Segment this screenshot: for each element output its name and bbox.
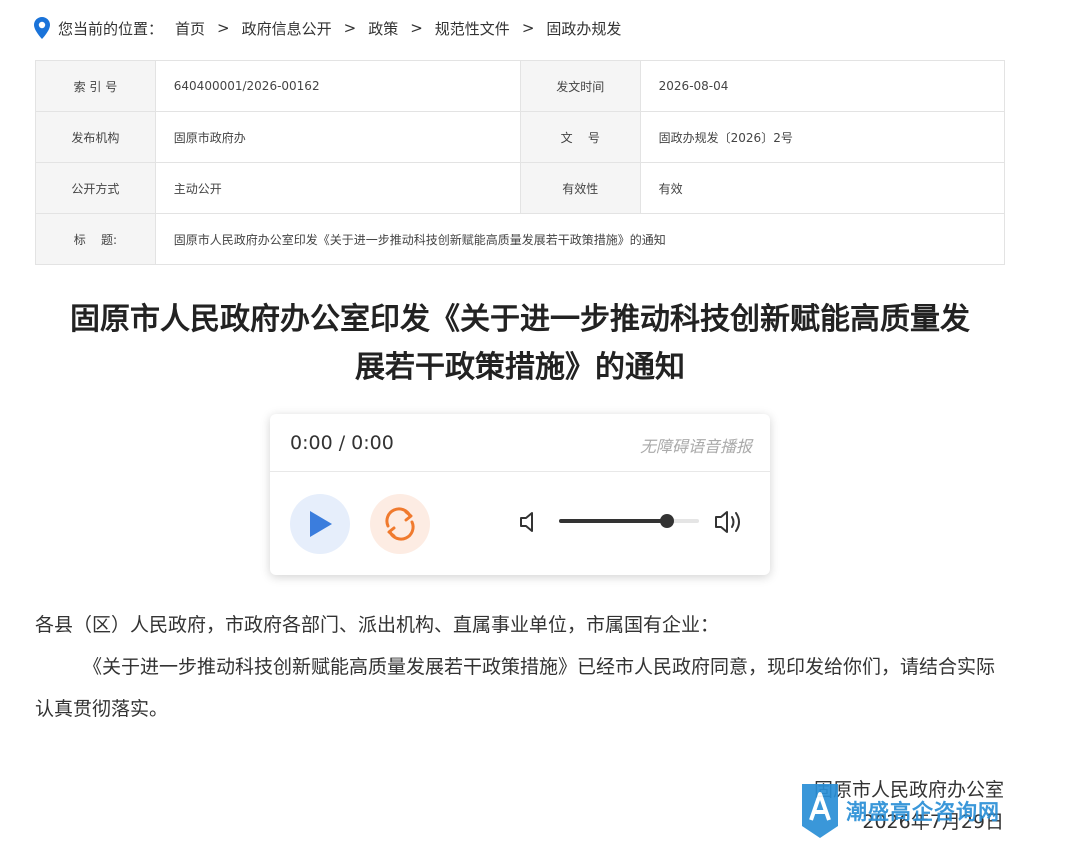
table-row: 标 题: 固原市人民政府办公室印发《关于进一步推动科技创新赋能高质量发展若干政策… <box>35 213 1006 265</box>
breadcrumb-separator: > <box>521 19 535 37</box>
audio-player-header: 0:00 / 0:00 无障碍语音播报 <box>270 414 770 472</box>
index-value: 640400001/2026-00162 <box>154 60 521 112</box>
volume-slider[interactable] <box>559 514 699 528</box>
breadcrumb-prefix: 您当前的位置： <box>58 19 164 38</box>
breadcrumb-separator: > <box>343 19 357 37</box>
watermark-logo-icon <box>802 784 838 838</box>
document-meta-table: 索 引 号 640400001/2026-00162 发文时间 2026-08-… <box>35 60 1006 265</box>
watermark: 潮盛高企咨询网 <box>800 782 1000 840</box>
article-body: 各县（区）人民政府，市政府各部门、派出机构、直属事业单位，市属国有企业： 《关于… <box>35 604 1007 730</box>
breadcrumb-current[interactable]: 固政办规发 <box>546 18 621 39</box>
play-icon <box>310 511 332 537</box>
title-label: 标 题: <box>35 213 156 265</box>
org-value: 固原市政府办 <box>154 111 521 163</box>
watermark-text: 潮盛高企咨询网 <box>846 799 1000 824</box>
breadcrumb: 您当前的位置： 首页 > 政府信息公开 > 政策 > 规范性文件 > 固政办规发 <box>34 16 621 40</box>
volume-mute-icon[interactable] <box>518 510 542 534</box>
title-value: 固原市人民政府办公室印发《关于进一步推动科技创新赋能高质量发展若干政策措施》的通… <box>154 213 1006 265</box>
breadcrumb-separator: > <box>217 19 230 37</box>
play-button[interactable] <box>290 494 350 554</box>
page-title-line2: 展若干政策措施》的通知 <box>355 350 685 385</box>
breadcrumb-gov-info[interactable]: 政府信息公开 <box>242 18 332 39</box>
table-row: 发布机构 固原市政府办 文 号 固政办规发〔2026〕2号 <box>35 111 1006 163</box>
breadcrumb-separator: > <box>410 19 423 37</box>
date-label: 发文时间 <box>519 60 641 112</box>
body-paragraph: 《关于进一步推动科技创新赋能高质量发展若干政策措施》已经市人民政府同意，现印发给… <box>35 656 996 720</box>
loop-button[interactable] <box>370 494 430 554</box>
doc-number-label: 文 号 <box>519 111 641 163</box>
breadcrumb-policy[interactable]: 政策 <box>368 18 398 39</box>
playback-time: 0:00 / 0:00 <box>290 432 394 454</box>
disclosure-mode-value: 主动公开 <box>154 162 521 214</box>
table-row: 公开方式 主动公开 有效性 有效 <box>35 162 1006 214</box>
audio-player: 0:00 / 0:00 无障碍语音播报 <box>270 414 770 575</box>
salutation: 各县（区）人民政府，市政府各部门、派出机构、直属事业单位，市属国有企业： <box>35 614 720 636</box>
loop-icon <box>385 507 415 541</box>
doc-number-value: 固政办规发〔2026〕2号 <box>639 111 1006 163</box>
page-title: 固原市人民政府办公室印发《关于进一步推动科技创新赋能高质量发 展若干政策措施》的… <box>35 296 1005 392</box>
volume-up-icon[interactable] <box>714 508 746 536</box>
disclosure-mode-label: 公开方式 <box>35 162 156 214</box>
breadcrumb-normative-docs[interactable]: 规范性文件 <box>435 18 510 39</box>
table-row: 索 引 号 640400001/2026-00162 发文时间 2026-08-… <box>35 60 1006 112</box>
org-label: 发布机构 <box>35 111 156 163</box>
validity-label: 有效性 <box>519 162 641 214</box>
index-label: 索 引 号 <box>35 60 156 112</box>
location-pin-icon <box>34 17 50 39</box>
validity-value: 有效 <box>639 162 1006 214</box>
page-title-line1: 固原市人民政府办公室印发《关于进一步推动科技创新赋能高质量发 <box>70 302 970 337</box>
volume-slider-handle[interactable] <box>659 514 674 528</box>
volume-slider-fill <box>559 519 667 523</box>
breadcrumb-home[interactable]: 首页 <box>175 18 205 39</box>
date-value: 2026-08-04 <box>639 60 1006 112</box>
accessibility-tts-label: 无障碍语音播报 <box>639 437 752 456</box>
